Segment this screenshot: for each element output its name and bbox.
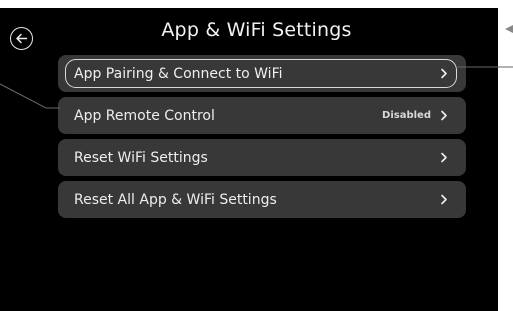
page-title: App & WiFi Settings bbox=[161, 19, 352, 41]
menu-item-app-pairing[interactable]: App Pairing & Connect to WiFi bbox=[58, 55, 466, 92]
settings-list: App Pairing & Connect to WiFi App Remote… bbox=[58, 55, 466, 223]
chevron-right-icon bbox=[440, 152, 448, 163]
menu-item-label: Reset WiFi Settings bbox=[74, 149, 208, 166]
menu-item-label: App Pairing & Connect to WiFi bbox=[74, 65, 283, 82]
menu-item-app-remote-control[interactable]: App Remote Control Disabled bbox=[58, 97, 466, 134]
menu-item-reset-wifi[interactable]: Reset WiFi Settings bbox=[58, 139, 466, 176]
chevron-right-icon bbox=[440, 110, 448, 121]
menu-item-label: Reset All App & WiFi Settings bbox=[74, 191, 277, 208]
menu-item-label: App Remote Control bbox=[74, 107, 215, 124]
status-badge: Disabled bbox=[382, 110, 431, 121]
menu-item-reset-all[interactable]: Reset All App & WiFi Settings bbox=[58, 181, 466, 218]
chevron-right-icon bbox=[440, 194, 448, 205]
chevron-right-icon bbox=[440, 68, 448, 79]
device-screen: App Pairing & Connect to WiFi App Remote… bbox=[0, 8, 498, 311]
